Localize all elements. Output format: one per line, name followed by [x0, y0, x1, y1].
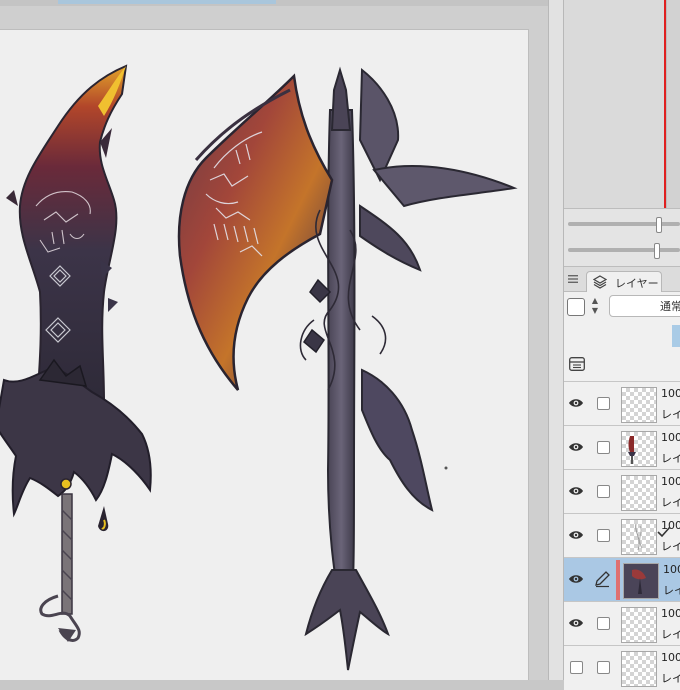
layer-name: レイ — [661, 672, 680, 685]
layer-name: レイ — [661, 408, 680, 421]
panel-menu-icon[interactable] — [568, 275, 578, 283]
eye-icon[interactable] — [568, 572, 584, 586]
layer-opacity: 100 — [661, 607, 680, 620]
layer-row[interactable]: 100 レイ — [564, 645, 680, 690]
layer-opacity: 100 — [661, 387, 680, 400]
layer-checkbox[interactable] — [597, 661, 610, 674]
canvas-paper[interactable] — [0, 30, 528, 680]
layer-panel: レイヤー ▲ ▼ 通常 100 レイ 100 レイ 100 レイ 100 レイ … — [564, 266, 680, 690]
rotate-slider-track — [568, 248, 680, 252]
blend-mode-select[interactable]: 通常 — [609, 295, 680, 317]
layer-row[interactable]: 100 レイ — [564, 601, 680, 646]
layer-thumbnail — [621, 651, 657, 687]
layer-color-mark — [616, 560, 620, 600]
eye-icon[interactable] — [568, 396, 584, 410]
zoom-slider[interactable] — [568, 217, 680, 233]
layer-row[interactable]: 100 レイ — [564, 469, 680, 514]
navigator-panel — [564, 0, 680, 208]
sword-illustration — [0, 64, 152, 642]
chevron-up-icon[interactable]: ▲ — [592, 296, 598, 305]
layer-checkbox[interactable] — [597, 485, 610, 498]
layer-thumbnail — [621, 607, 657, 643]
layer-row[interactable]: 100 レイ — [564, 425, 680, 470]
layer-thumbnail — [621, 431, 657, 467]
navigator-sliders — [564, 208, 680, 267]
pen-icon — [595, 571, 610, 588]
layer-thumbnail — [621, 387, 657, 423]
chevron-down-icon[interactable]: ▼ — [592, 306, 598, 315]
navigator-preview[interactable] — [564, 0, 667, 208]
tab-layer[interactable]: レイヤー — [586, 271, 662, 292]
zoom-slider-track — [568, 222, 680, 226]
zoom-slider-knob[interactable] — [656, 217, 662, 233]
eye-icon[interactable] — [568, 528, 584, 542]
layer-property-icon[interactable] — [569, 357, 585, 371]
layer-row-selected[interactable]: 100 レイ — [564, 557, 680, 602]
check-mark-icon — [657, 526, 671, 538]
layers-icon — [593, 275, 607, 289]
layer-opacity: 100 — [661, 651, 680, 664]
sketch-thumbnail-icon — [635, 523, 643, 551]
layer-name: レイ — [661, 540, 680, 553]
canvas-top-strip — [0, 0, 548, 6]
eye-icon[interactable] — [568, 440, 584, 454]
tab-layer-label: レイヤー — [615, 277, 659, 290]
axe-illustration — [177, 66, 518, 671]
layer-visibility-checkbox[interactable] — [570, 661, 583, 674]
layer-opacity: 100 — [663, 563, 680, 576]
layer-thumbnail — [621, 475, 657, 511]
sword-thumbnail-icon — [628, 436, 636, 464]
layer-name: レイ — [661, 496, 680, 509]
canvas-workspace[interactable] — [0, 0, 548, 680]
layer-checkbox[interactable] — [597, 617, 610, 630]
weapon-artwork — [0, 64, 518, 671]
layer-name: レイ — [661, 628, 680, 641]
layer-tool-row — [564, 349, 680, 379]
rotate-slider-knob[interactable] — [654, 243, 660, 259]
layer-name: レイ — [661, 452, 680, 465]
layer-checkbox[interactable] — [597, 441, 610, 454]
eye-icon[interactable] — [568, 484, 584, 498]
layer-thumbnail — [623, 563, 659, 599]
rotate-slider[interactable] — [568, 243, 680, 259]
canvas-vertical-scrollbar[interactable] — [548, 0, 564, 680]
layer-color-swatch[interactable] — [567, 298, 585, 316]
eye-icon[interactable] — [568, 616, 584, 630]
dark-artwork-thumbnail-icon — [624, 564, 658, 598]
layer-thumbnail — [621, 519, 657, 555]
layer-panel-tabbar: レイヤー — [564, 267, 680, 292]
layer-name: レイ — [663, 584, 680, 597]
layer-opacity: 100 — [661, 475, 680, 488]
layer-opacity: 100 — [661, 431, 680, 444]
opacity-indicator — [672, 325, 680, 347]
navigator-view-frame — [664, 0, 666, 208]
layer-row[interactable]: 100 レイ — [564, 381, 680, 426]
canvas-tab-accent — [58, 0, 276, 4]
blend-mode-stepper[interactable]: ▲ ▼ — [589, 296, 601, 318]
blend-mode-row: ▲ ▼ 通常 — [564, 293, 680, 323]
layer-checkbox[interactable] — [597, 397, 610, 410]
layer-checkbox[interactable] — [597, 529, 610, 542]
